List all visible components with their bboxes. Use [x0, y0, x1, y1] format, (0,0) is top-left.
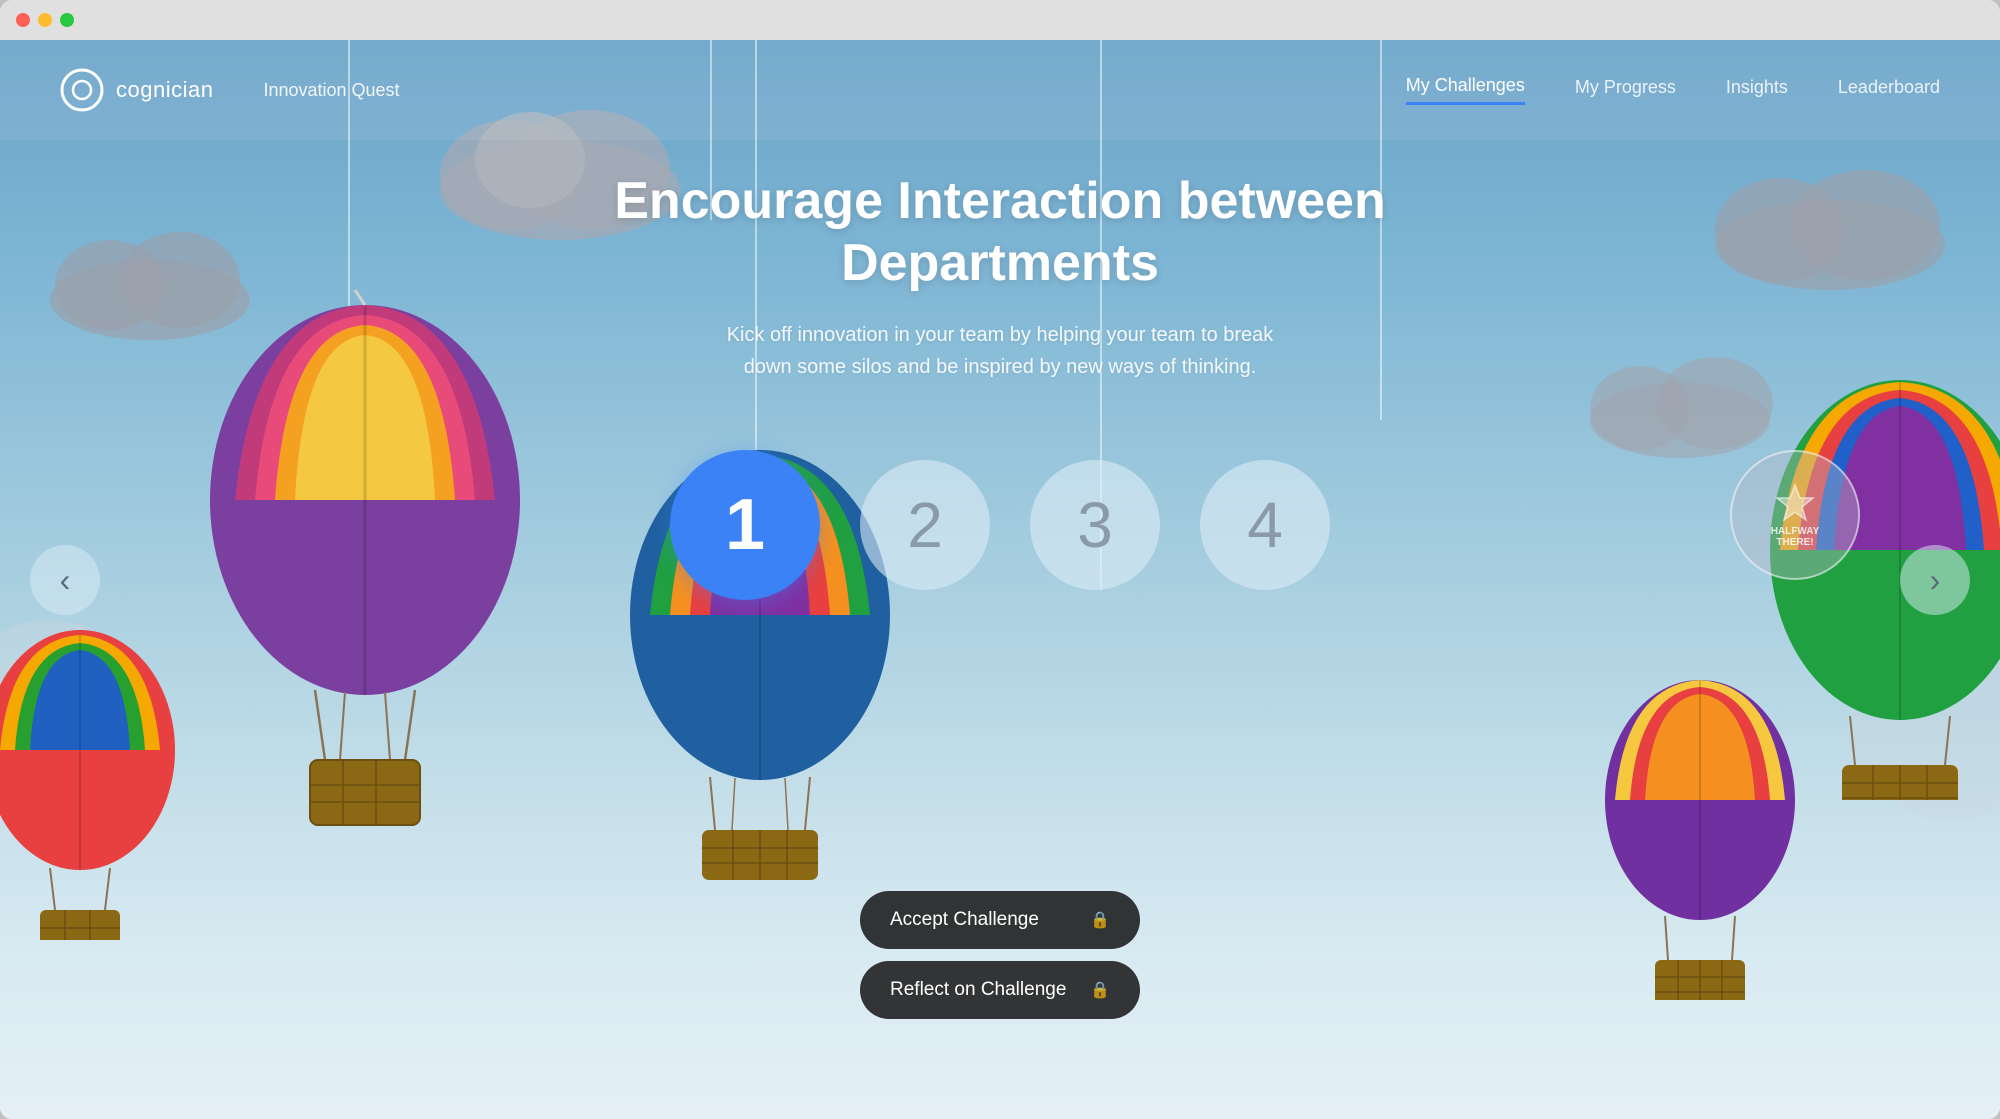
prev-arrow-icon: ‹ — [60, 564, 71, 596]
next-arrow-icon: › — [1930, 564, 1941, 596]
close-button[interactable] — [16, 13, 30, 27]
hero-title: Encourage Interaction between Department… — [550, 170, 1450, 295]
cloud-3 — [1700, 160, 1960, 290]
lock-icon-2: 🔒 — [1090, 980, 1110, 1000]
step-1: 1 — [670, 450, 820, 600]
step-3: 3 — [1030, 460, 1160, 590]
minimize-button[interactable] — [38, 13, 52, 27]
reflect-challenge-button[interactable]: Reflect on Challenge 🔒 — [860, 961, 1140, 1019]
cloud-4 — [1580, 350, 1780, 460]
maximize-button[interactable] — [60, 13, 74, 27]
logo-area: cognician — [60, 68, 213, 112]
app-title: Innovation Quest — [263, 80, 399, 101]
action-buttons: Accept Challenge 🔒 Reflect on Challenge … — [860, 891, 1140, 1019]
halfway-text-1: HALFWAY — [1771, 526, 1820, 537]
balloon-right-small — [1600, 670, 1800, 1000]
nav-insights[interactable]: Insights — [1726, 77, 1788, 104]
hero-subtitle: Kick off innovation in your team by help… — [550, 319, 1450, 383]
title-bar — [0, 0, 2000, 40]
reflect-challenge-label: Reflect on Challenge — [890, 979, 1066, 1001]
halfway-text-2: THERE! — [1776, 537, 1813, 548]
navbar: cognician Innovation Quest My Challenges… — [0, 40, 2000, 140]
nav-my-progress[interactable]: My Progress — [1575, 77, 1676, 104]
app-window: cognician Innovation Quest My Challenges… — [0, 0, 2000, 1119]
step-indicators: 1 2 3 4 — [670, 450, 1330, 600]
accept-challenge-button[interactable]: Accept Challenge 🔒 — [860, 891, 1140, 949]
logo-text: cognician — [116, 77, 213, 103]
main-content: cognician Innovation Quest My Challenges… — [0, 40, 2000, 1119]
halfway-badge: HALFWAY THERE! — [1730, 450, 1860, 580]
hero-text-area: Encourage Interaction between Department… — [550, 170, 1450, 383]
nav-leaderboard[interactable]: Leaderboard — [1838, 77, 1940, 104]
step-2: 2 — [860, 460, 990, 590]
logo-icon — [60, 68, 104, 112]
lock-icon-1: 🔒 — [1090, 910, 1110, 930]
balloon-far-left — [0, 620, 180, 940]
step-4: 4 — [1200, 460, 1330, 590]
accept-challenge-label: Accept Challenge — [890, 909, 1039, 931]
nav-my-challenges[interactable]: My Challenges — [1406, 75, 1525, 105]
balloon-large-left — [195, 280, 535, 840]
star-icon — [1775, 483, 1815, 523]
next-arrow[interactable]: › — [1900, 545, 1970, 615]
prev-arrow[interactable]: ‹ — [30, 545, 100, 615]
nav-links: My Challenges My Progress Insights Leade… — [1406, 75, 1940, 105]
